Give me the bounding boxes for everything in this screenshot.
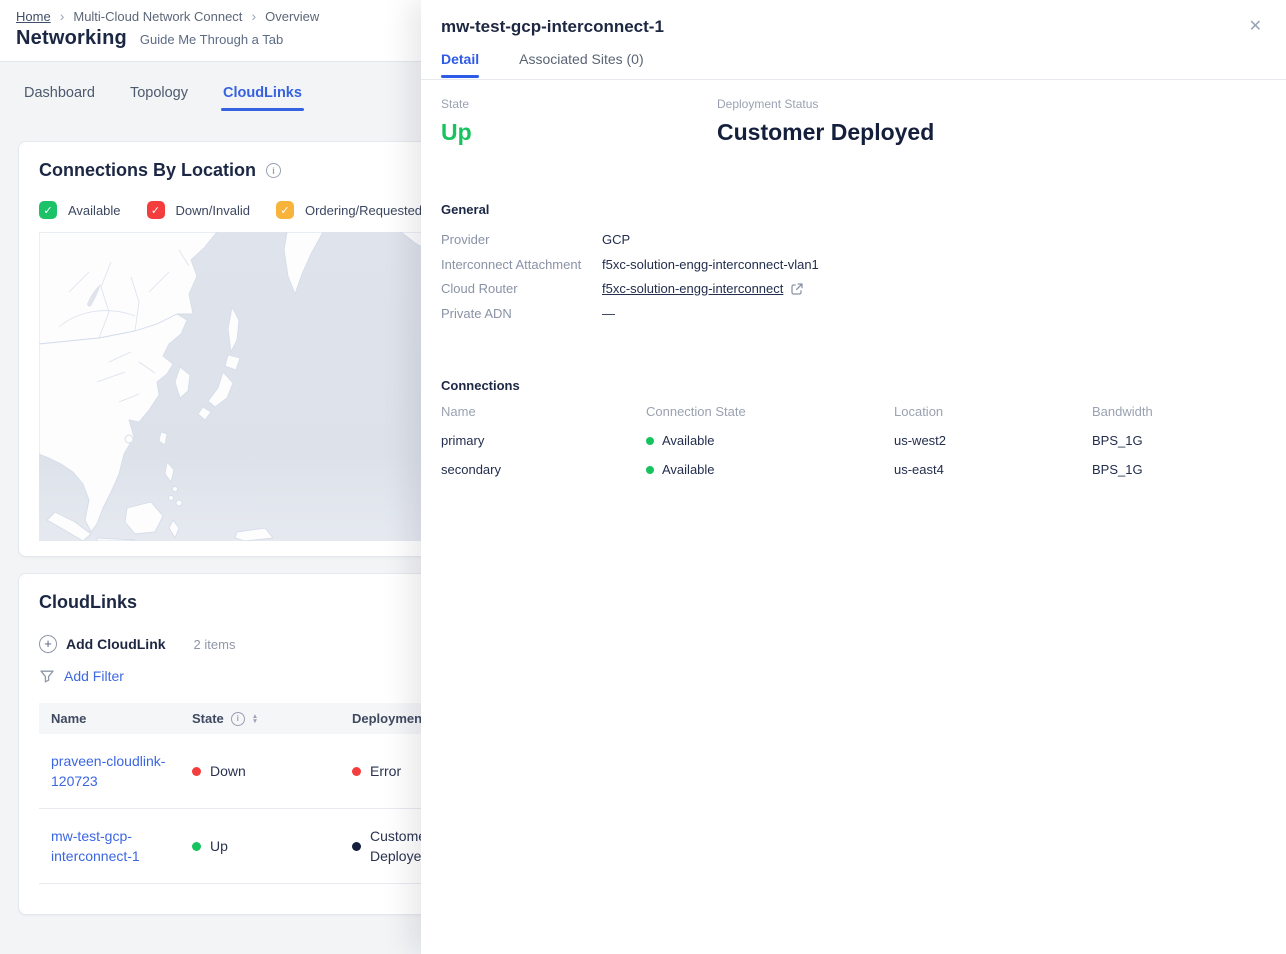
available-dot-icon bbox=[646, 437, 654, 445]
cloudlink-name-link[interactable]: mw-test-gcp-interconnect-1 bbox=[51, 826, 180, 866]
deployment-status-value: Customer Deployed bbox=[717, 118, 1262, 146]
state-value: Up bbox=[210, 836, 228, 856]
available-dot-icon bbox=[646, 466, 654, 474]
connection-state: Available bbox=[662, 462, 715, 477]
add-filter-label: Add Filter bbox=[64, 668, 124, 684]
deployment-value: Error bbox=[370, 761, 401, 781]
general-section-title: General bbox=[441, 202, 1262, 218]
breadcrumb-home-link[interactable]: Home bbox=[16, 9, 51, 24]
general-fields: Provider GCP Interconnect Attachment f5x… bbox=[441, 232, 1262, 322]
column-header-location: Location bbox=[894, 404, 1092, 419]
state-up-dot-icon bbox=[192, 842, 201, 851]
field-label: Private ADN bbox=[441, 306, 602, 323]
checkbox-down-invalid[interactable]: ✓ bbox=[147, 201, 165, 219]
field-label: Provider bbox=[441, 232, 602, 249]
add-cloudlink-label: Add CloudLink bbox=[66, 636, 166, 652]
state-down-dot-icon bbox=[192, 767, 201, 776]
tab-associated-sites[interactable]: Associated Sites (0) bbox=[519, 51, 644, 78]
main-tabs: Dashboard Topology CloudLinks bbox=[24, 85, 302, 111]
connection-state: Available bbox=[662, 433, 715, 448]
info-icon[interactable]: i bbox=[231, 712, 245, 726]
cloudlink-detail-drawer: mw-test-gcp-interconnect-1 ✕ Detail Asso… bbox=[421, 0, 1286, 954]
tab-dashboard[interactable]: Dashboard bbox=[24, 85, 95, 111]
connection-location: us-west2 bbox=[894, 433, 1092, 448]
legend-item-down-invalid: ✓ Down/Invalid bbox=[147, 201, 250, 219]
column-header-name: Name bbox=[441, 404, 646, 419]
state-label: State bbox=[441, 97, 717, 111]
networking-page: Home › Multi-Cloud Network Connect › Ove… bbox=[0, 0, 1286, 954]
deployment-deployed-dot-icon bbox=[352, 842, 361, 851]
connection-name: secondary bbox=[441, 462, 646, 477]
status-summary: State Up Deployment Status Customer Depl… bbox=[441, 97, 1262, 146]
connections-header-row: Name Connection State Location Bandwidth bbox=[441, 404, 1262, 419]
connection-row: secondary Available us-east4 BPS_1G bbox=[441, 462, 1262, 477]
divider bbox=[421, 79, 1286, 80]
breadcrumb-section[interactable]: Multi-Cloud Network Connect bbox=[73, 9, 242, 24]
field-label: Cloud Router bbox=[441, 281, 602, 298]
add-cloudlink-button[interactable]: + Add CloudLink bbox=[39, 635, 166, 653]
deployment-error-dot-icon bbox=[352, 767, 361, 776]
state-value: Up bbox=[441, 118, 717, 146]
deployment-status-label: Deployment Status bbox=[717, 97, 1262, 111]
tab-cloudlinks[interactable]: CloudLinks bbox=[223, 85, 302, 111]
legend-item-available: ✓ Available bbox=[39, 201, 121, 219]
drawer-title: mw-test-gcp-interconnect-1 bbox=[441, 17, 664, 37]
column-header-bandwidth: Bandwidth bbox=[1092, 404, 1262, 419]
checkbox-available[interactable]: ✓ bbox=[39, 201, 57, 219]
column-header-connection-state: Connection State bbox=[646, 404, 894, 419]
page-title: Networking bbox=[16, 27, 127, 50]
cloud-router-link[interactable]: f5xc-solution-engg-interconnect bbox=[602, 281, 783, 298]
info-icon[interactable]: i bbox=[266, 163, 281, 178]
connections-section-title: Connections bbox=[441, 378, 1262, 394]
connection-name: primary bbox=[441, 433, 646, 448]
chevron-right-icon: › bbox=[251, 10, 256, 23]
filter-funnel-icon bbox=[39, 668, 55, 684]
field-value: GCP bbox=[602, 232, 1262, 249]
connections-card-title-text: Connections By Location bbox=[39, 160, 256, 181]
cloudlink-name-link[interactable]: praveen-cloudlink-120723 bbox=[51, 751, 180, 791]
field-value: f5xc-solution-engg-interconnect bbox=[602, 281, 1262, 298]
connection-row: primary Available us-west2 BPS_1G bbox=[441, 433, 1262, 448]
tab-topology[interactable]: Topology bbox=[130, 85, 188, 111]
tab-detail[interactable]: Detail bbox=[441, 51, 479, 78]
field-value: f5xc-solution-engg-interconnect-vlan1 bbox=[602, 257, 1262, 274]
cloudlinks-card-title-text: CloudLinks bbox=[39, 592, 137, 613]
drawer-tabs: Detail Associated Sites (0) bbox=[441, 51, 1286, 78]
column-header-state[interactable]: State i ▲▼ bbox=[180, 711, 340, 726]
connection-bandwidth: BPS_1G bbox=[1092, 462, 1262, 477]
checkbox-ordering[interactable]: ✓ bbox=[276, 201, 294, 219]
field-label: Interconnect Attachment bbox=[441, 257, 602, 274]
connection-bandwidth: BPS_1G bbox=[1092, 433, 1262, 448]
legend-label: Down/Invalid bbox=[176, 203, 250, 218]
plus-circle-icon: + bbox=[39, 635, 57, 653]
items-count: 2 items bbox=[194, 637, 236, 652]
guide-me-text: Guide Me Through a Tab bbox=[140, 32, 283, 47]
column-header-name: Name bbox=[39, 711, 180, 726]
connection-location: us-east4 bbox=[894, 462, 1092, 477]
external-link-icon bbox=[790, 282, 804, 296]
breadcrumb: Home › Multi-Cloud Network Connect › Ove… bbox=[16, 9, 319, 24]
breadcrumb-current: Overview bbox=[265, 9, 319, 24]
close-icon[interactable]: ✕ bbox=[1249, 19, 1262, 35]
sort-icon[interactable]: ▲▼ bbox=[252, 714, 258, 724]
state-value: Down bbox=[210, 761, 246, 781]
chevron-right-icon: › bbox=[60, 10, 65, 23]
field-value: — bbox=[602, 306, 1262, 323]
legend-label: Available bbox=[68, 203, 121, 218]
